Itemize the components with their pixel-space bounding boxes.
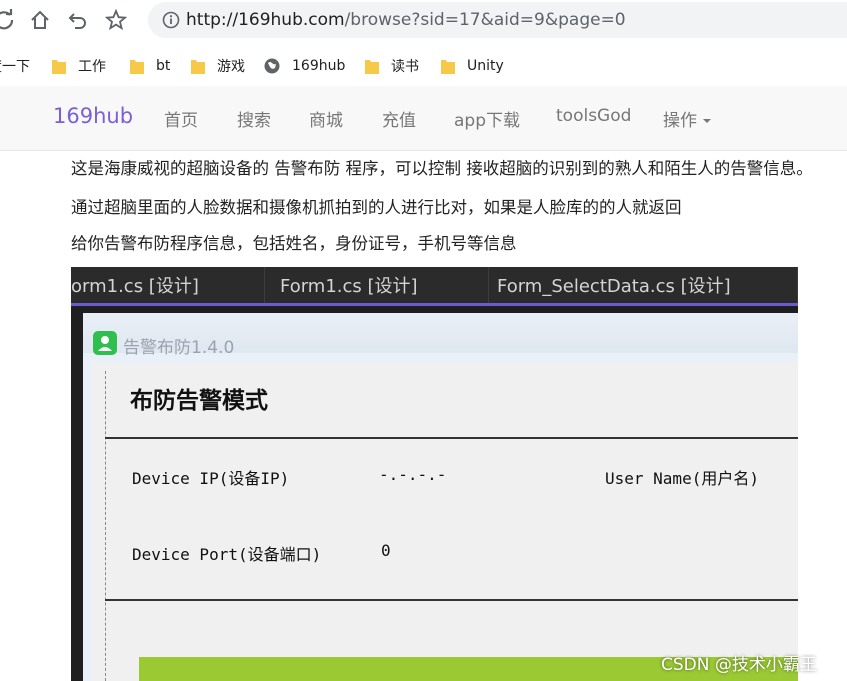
nav-link-app-download[interactable]: app下载 — [454, 106, 520, 131]
form-window: 告警布防1.4.0 布防告警模式 Device IP(设备IP) -.-.-.-… — [83, 313, 798, 681]
article-paragraph: 这是海康威视的超脑设备的 告警布防 程序，可以控制 接收超脑的识别到的熟人和陌生… — [71, 159, 813, 178]
nav-link-toolsgod[interactable]: toolsGod — [556, 106, 631, 126]
folder-icon — [52, 60, 66, 74]
star-icon[interactable] — [104, 8, 128, 32]
url-text[interactable]: http://169hub.com/browse?sid=17&aid=9&pa… — [186, 10, 626, 30]
divider — [105, 437, 798, 439]
nav-link-search[interactable]: 搜索 — [237, 106, 271, 131]
ide-tab: orm1.cs [设计] — [71, 267, 265, 303]
form-heading: 布防告警模式 — [130, 387, 268, 414]
bookmark-label: 169hub — [292, 58, 346, 74]
form-titlebar: 告警布防1.4.0 — [83, 313, 798, 358]
back-icon[interactable] — [66, 8, 90, 32]
ide-tab: Form_SelectData.cs [设计] — [489, 267, 798, 303]
folder-icon — [441, 60, 455, 74]
bookmark-item[interactable]: Unity — [441, 56, 504, 76]
url-host: http://169hub.com — [186, 10, 345, 30]
url-path: /browse?sid=17&aid=9&page=0 — [344, 10, 626, 30]
article-screenshot: orm1.cs [设计] Form1.cs [设计] Form_SelectDa… — [71, 267, 798, 681]
reload-icon[interactable] — [0, 8, 16, 32]
nav-link-home[interactable]: 首页 — [164, 106, 198, 131]
bookmark-item[interactable]: 读书 — [365, 56, 419, 76]
browser-toolbar: http://169hub.com/browse?sid=17&aid=9&pa… — [0, 0, 847, 42]
bookmark-item[interactable]: 度一下 — [0, 56, 30, 76]
bookmark-label: 工作 — [78, 59, 106, 75]
csdn-watermark: CSDN @技术小霸王 — [661, 655, 817, 675]
site-navbar: 169hub 首页 搜索 商城 充值 app下载 toolsGod 操作 — [0, 86, 847, 151]
divider — [105, 599, 798, 601]
site-brand[interactable]: 169hub — [53, 104, 133, 128]
bookmark-label: Unity — [467, 58, 504, 74]
folder-icon — [365, 60, 379, 74]
bookmark-label: 游戏 — [217, 59, 245, 75]
user-name-label: User Name(用户名) — [605, 469, 759, 488]
nav-dropdown-label: 操作 — [663, 111, 697, 131]
article-paragraph: 给你告警布防程序信息，包括姓名，身份证号，手机号等信息 — [71, 234, 517, 253]
device-ip-label: Device IP(设备IP) — [132, 469, 290, 488]
nav-dropdown-actions[interactable]: 操作 — [663, 106, 711, 131]
caret-down-icon — [703, 119, 711, 123]
ide-tab: Form1.cs [设计] — [272, 267, 489, 303]
globe-icon — [264, 58, 280, 74]
device-ip-value: -.-.-.- — [379, 465, 447, 484]
bookmark-item[interactable]: bt — [130, 56, 170, 76]
designer-frame — [105, 371, 798, 681]
article-paragraph: 通过超脑里面的人脸数据和摄像机抓拍到的人进行比对，如果是人脸库的的人就返回 — [71, 198, 682, 217]
nav-link-store[interactable]: 商城 — [309, 106, 343, 131]
folder-icon — [191, 60, 205, 74]
bookmark-item[interactable]: 169hub — [264, 56, 345, 76]
device-port-label: Device Port(设备端口) — [132, 545, 322, 564]
form-body: 布防告警模式 Device IP(设备IP) -.-.-.- User Name… — [91, 363, 798, 681]
bookmarks-bar: 度一下 工作 bt 游戏 169hub 读书 Unity — [0, 46, 847, 84]
home-icon[interactable] — [28, 8, 52, 32]
bookmark-item[interactable]: 工作 — [52, 56, 106, 76]
address-bar[interactable]: http://169hub.com/browse?sid=17&aid=9&pa… — [148, 2, 847, 38]
bookmark-label: bt — [156, 58, 171, 74]
nav-link-recharge[interactable]: 充值 — [382, 106, 416, 131]
bookmark-item[interactable]: 游戏 — [191, 56, 245, 76]
bookmark-label: 度一下 — [0, 59, 30, 75]
ide-tab-strip: orm1.cs [设计] Form1.cs [设计] Form_SelectDa… — [71, 267, 798, 306]
form-window-title: 告警布防1.4.0 — [123, 338, 235, 358]
device-port-value: 0 — [381, 541, 391, 560]
folder-icon — [130, 60, 144, 74]
info-icon[interactable] — [162, 11, 180, 29]
app-icon — [93, 331, 117, 355]
bookmark-label: 读书 — [391, 59, 419, 75]
